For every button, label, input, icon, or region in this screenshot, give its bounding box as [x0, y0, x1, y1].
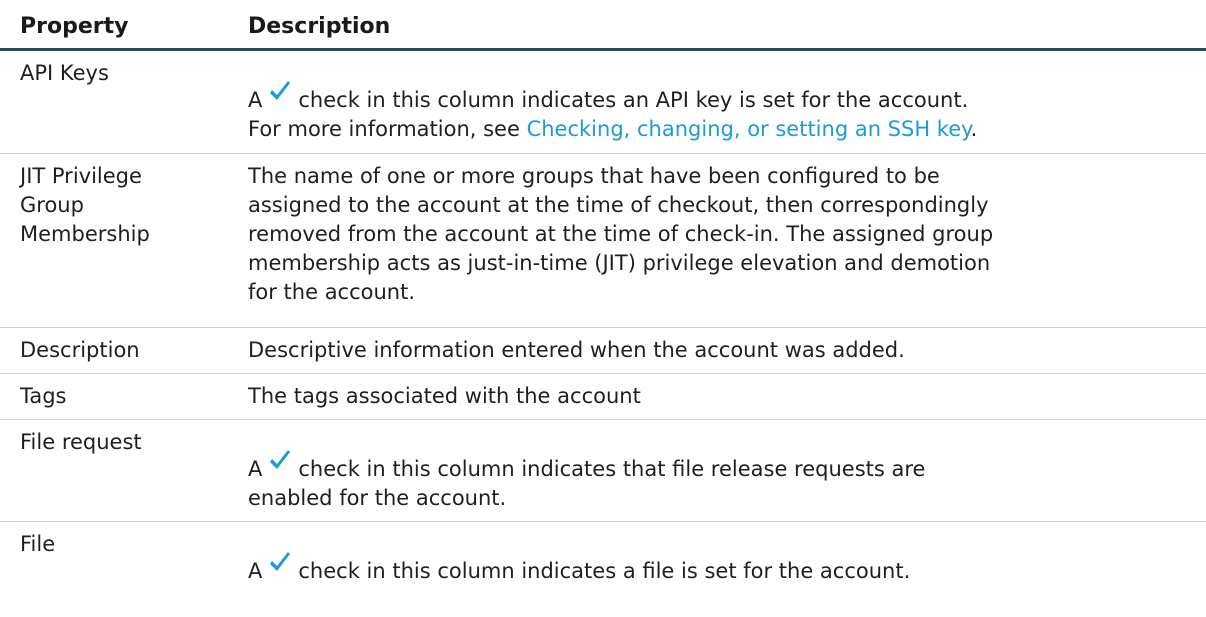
description-text: . — [970, 117, 978, 141]
description-prefix: A — [248, 457, 263, 481]
table-row: JIT Privilege Group Membership The name … — [0, 154, 1206, 328]
description-line: assigned to the account at the time of c… — [248, 193, 989, 217]
ssh-key-link[interactable]: Checking, changing, or setting an SSH ke… — [527, 117, 971, 141]
checkmark-icon — [270, 450, 291, 469]
description-cell: Acheck in this column indicates an API k… — [248, 51, 1206, 153]
description-cell: Acheck in this column indicates that fil… — [248, 420, 1206, 521]
description-cell: Descriptive information entered when the… — [248, 338, 905, 362]
description-line: The name of one or more groups that have… — [248, 164, 940, 188]
description-line: Acheck in this column indicates a file i… — [248, 552, 1192, 586]
description-cell: The name of one or more groups that have… — [248, 154, 1206, 327]
description-cell: Acheck in this column indicates a file i… — [248, 522, 1206, 617]
table-row: File Acheck in this column indicates a f… — [0, 522, 1206, 617]
description-line: removed from the account at the time of … — [248, 222, 994, 246]
property-line: JIT Privilege — [20, 164, 142, 188]
table-row: Description Descriptive information ente… — [0, 328, 1206, 374]
properties-table: Property Description API Keys Acheck in … — [0, 0, 1206, 617]
table-header: Property Description — [0, 0, 1206, 51]
description-prefix: A — [248, 559, 263, 583]
description-text: check in this column indicates a file is… — [298, 559, 911, 583]
property-cell: Tags — [20, 384, 67, 408]
description-line: Acheck in this column indicates that fil… — [248, 450, 1192, 484]
checkmark-icon — [270, 552, 291, 571]
description-line: Acheck in this column indicates an API k… — [248, 81, 1192, 115]
description-cell: The tags associated with the account — [248, 384, 641, 408]
description-text: For more information, see — [248, 117, 527, 141]
description-line: membership acts as just-in-time (JIT) pr… — [248, 251, 991, 275]
description-line: enabled for the account. — [248, 486, 507, 510]
description-line: For more information, see Checking, chan… — [248, 115, 1192, 144]
property-cell: Description — [20, 338, 140, 362]
table-row: Tags The tags associated with the accoun… — [0, 374, 1206, 420]
property-cell: JIT Privilege Group Membership — [0, 154, 248, 327]
header-property: Property — [20, 14, 129, 39]
description-text: check in this column indicates an API ke… — [298, 88, 969, 112]
table-row: API Keys Acheck in this column indicates… — [0, 51, 1206, 154]
property-line: Group — [20, 193, 84, 217]
description-prefix: A — [248, 88, 263, 112]
property-line: Membership — [20, 222, 150, 246]
property-cell: File — [20, 532, 56, 556]
property-cell: File request — [20, 430, 142, 454]
description-text: check in this column indicates that file… — [298, 457, 926, 481]
table-row: File request Acheck in this column indic… — [0, 420, 1206, 522]
property-cell: API Keys — [20, 61, 109, 85]
checkmark-icon — [270, 81, 291, 100]
description-line: for the account. — [248, 280, 416, 304]
header-description: Description — [248, 14, 391, 39]
